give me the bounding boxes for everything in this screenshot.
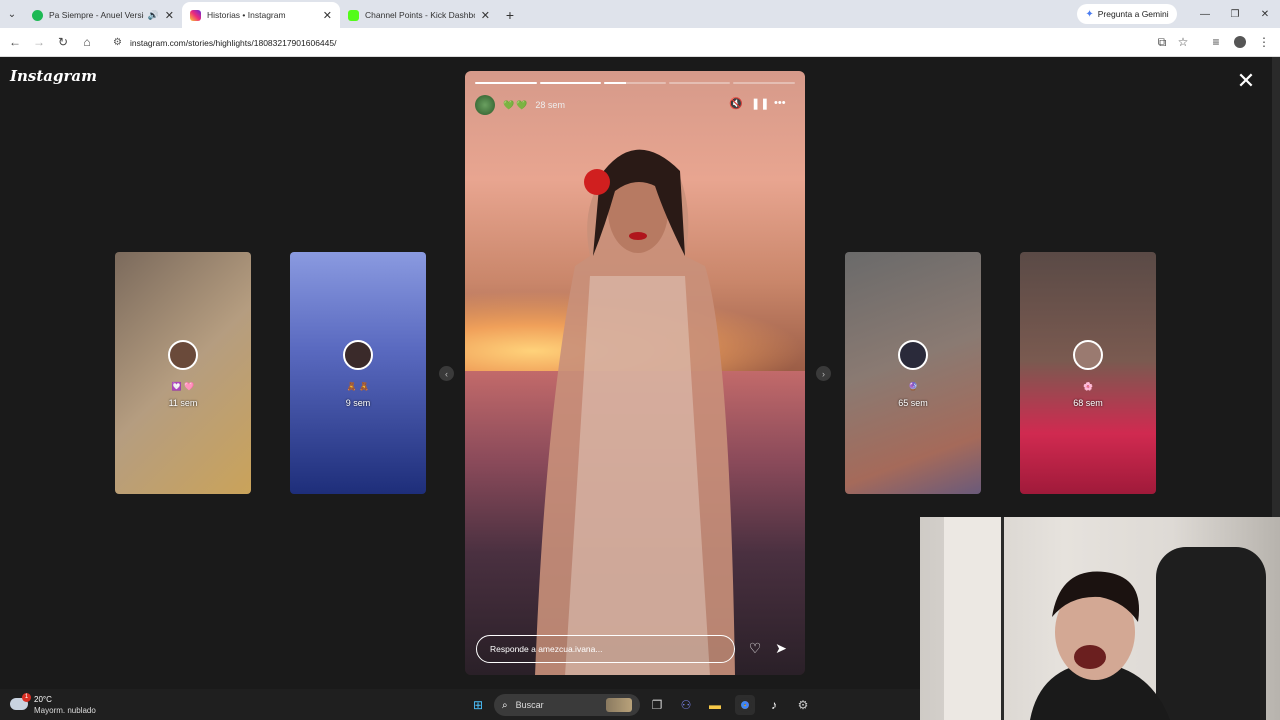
previous-story-button[interactable]: ‹ [439,366,454,381]
new-tab-button[interactable]: + [498,2,522,28]
instagram-icon [190,9,201,21]
speaker-icon[interactable]: 🔊 [148,10,159,21]
progress-segment [668,82,731,84]
progress-segment [604,82,666,84]
avatar [343,340,373,370]
close-tab-icon[interactable]: ✕ [481,9,490,22]
story-progress [475,82,795,84]
back-arrow-icon[interactable]: ← [5,32,25,52]
tab-spotify[interactable]: Pa Siempre - Anuel Version 🔊 ✕ [24,2,182,28]
reply-input[interactable]: Responde a amezcua.ivana... [476,635,735,663]
weather-badge: 1 [22,693,31,702]
file-explorer-icon[interactable]: ▬ [705,695,725,715]
instagram-logo[interactable]: Instagram [10,67,97,85]
avatar [1073,340,1103,370]
side-story-2[interactable]: 🧸 🧸 9 sem [290,252,426,494]
side-story-3[interactable]: 🔮 65 sem [845,252,981,494]
progress-segment [733,82,795,84]
story-emoji: 🔮 [908,382,918,391]
taskbar-search[interactable]: ⌕ Buscar [494,694,640,716]
next-story-button[interactable]: › [816,366,831,381]
reload-icon[interactable]: ↻ [53,32,73,52]
search-placeholder: Buscar [515,700,544,710]
tab-search-icon[interactable]: ⌄ [0,0,24,28]
profile-avatar[interactable] [1230,32,1250,52]
progress-segment [539,82,602,84]
tab-title: Channel Points - Kick Dashboar [365,10,475,20]
spotify-icon [32,9,43,21]
forward-arrow-icon[interactable]: → [29,32,49,52]
restore-icon[interactable]: ❐ [1220,0,1250,28]
avatar [168,340,198,370]
close-tab-icon[interactable]: ✕ [323,9,332,22]
story-time: 65 sem [898,398,928,408]
kick-icon [348,9,359,21]
webcam-person [1030,571,1170,720]
task-view-icon[interactable]: ❐ [647,695,667,715]
settings-gear-icon[interactable]: ⚙ [793,695,813,715]
browser-toolbar: ← → ↻ ⌂ ⚙ instagram.com/stories/highligh… [0,28,1280,57]
minimize-icon[interactable]: — [1190,0,1220,28]
teams-icon[interactable]: ⚇ [676,695,696,715]
site-info-icon[interactable]: ⚙ [113,37,122,48]
story-time-ago: 28 sem [535,100,565,110]
story-author-avatar[interactable] [475,95,495,115]
search-highlight-image [606,698,632,712]
url-text: instagram.com/stories/highlights/1808321… [129,37,337,48]
chrome-icon[interactable] [735,695,755,715]
install-app-icon[interactable]: ⧉ [1152,32,1172,52]
mute-icon[interactable]: 🔇 [729,97,743,110]
tab-kick[interactable]: Channel Points - Kick Dashboar ✕ [340,2,498,28]
gemini-button[interactable]: ✦ Pregunta a Gemini [1077,4,1177,24]
webcam-background-door [944,517,1004,720]
menu-kebab-icon[interactable]: ⋮ [1254,32,1274,52]
story-time: 68 sem [1073,398,1103,408]
close-tab-icon[interactable]: ✕ [165,9,174,22]
story-emoji: 💟 🩷 [171,382,195,391]
active-story[interactable]: 💚💚 28 sem 🔇 ❚❚ ••• Responde a amezcua.iv… [465,71,805,675]
story-time: 9 sem [345,398,371,408]
close-viewer-icon[interactable]: ✕ [1234,69,1258,93]
tiktok-icon[interactable]: ♪ [764,695,784,715]
windows-start-icon[interactable]: ⊞ [468,695,488,715]
pause-icon[interactable]: ❚❚ [751,97,769,110]
story-time: 11 sem [168,398,198,408]
tab-title: Pa Siempre - Anuel Version [49,10,144,20]
gemini-sparkle-icon: ✦ [1085,8,1094,20]
tab-strip: ⌄ Pa Siempre - Anuel Version 🔊 ✕ Histori… [0,0,1280,28]
tab-title: Historias • Instagram [207,10,286,20]
reply-bar: Responde a amezcua.ivana... ♡ ➤ [476,635,796,663]
more-options-icon[interactable]: ••• [774,97,786,109]
reading-list-icon[interactable]: ≡ [1206,32,1226,52]
story-emoji: 🌸 [1083,382,1093,391]
windows-taskbar: 1 20°C Mayorm. nublado ⊞ ⌕ Buscar ❐ ⚇ ▬ … [0,689,920,720]
reply-placeholder: Responde a amezcua.ivana... [490,644,603,654]
gemini-label: Pregunta a Gemini [1097,9,1169,19]
send-icon[interactable]: ➤ [772,640,790,658]
story-photo [535,149,735,675]
side-story-1[interactable]: 💟 🩷 11 sem [115,252,251,494]
webcam-overlay [920,517,1280,720]
side-story-4[interactable]: 🌸 68 sem [1020,252,1156,494]
avatar [898,340,928,370]
green-hearts-label[interactable]: 💚💚 [503,100,529,111]
weather-desc: Mayorm. nublado [34,706,96,715]
address-bar[interactable]: ⚙ instagram.com/stories/highlights/18083… [103,32,1143,53]
story-emoji: 🧸 🧸 [346,382,370,391]
story-header: 💚💚 28 sem 🔇 ❚❚ ••• [475,94,795,116]
progress-segment [475,82,537,84]
weather-temp: 20°C [34,695,52,704]
heart-icon[interactable]: ♡ [746,640,764,658]
close-window-icon[interactable]: ✕ [1250,0,1280,28]
tab-instagram[interactable]: Historias • Instagram ✕ [182,2,340,28]
home-icon[interactable]: ⌂ [77,32,97,52]
search-icon: ⌕ [502,699,508,711]
bookmark-star-icon[interactable]: ☆ [1173,32,1193,52]
weather-widget[interactable]: 1 20°C Mayorm. nublado [10,693,110,717]
